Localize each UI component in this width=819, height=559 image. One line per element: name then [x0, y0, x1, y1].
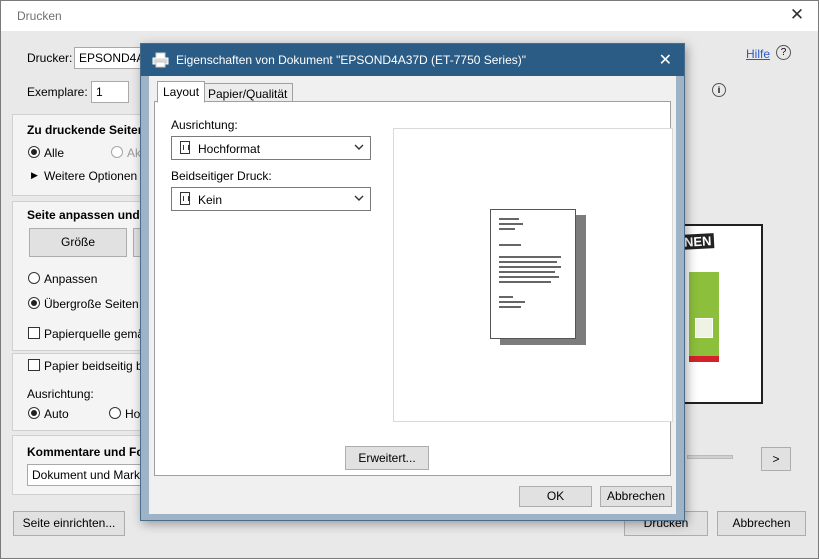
page-setup-button[interactable]: Seite einrichten... — [13, 511, 125, 536]
doc-line — [499, 218, 519, 220]
doc-line — [499, 271, 555, 273]
size-button[interactable]: Größe — [29, 228, 127, 257]
expand-arrow-icon[interactable]: ▶ — [31, 170, 38, 181]
preview-red-bar — [689, 356, 719, 362]
comments-select[interactable]: Dokument und Markierungen — [27, 464, 142, 486]
doc-line — [499, 228, 515, 230]
more-options-link[interactable]: Weitere Optionen — [44, 169, 137, 183]
pages-section-title: Zu druckende Seiten — [27, 123, 146, 137]
duplex-checkbox[interactable] — [28, 359, 40, 371]
doc-line — [499, 256, 561, 258]
doc-line — [499, 244, 521, 246]
ok-button[interactable]: OK — [519, 486, 592, 507]
help-icon[interactable]: ? — [776, 45, 791, 60]
print-dialog-titlebar: Drucken ✕ — [1, 1, 818, 31]
close-icon[interactable]: ✕ — [659, 50, 672, 70]
orientation-value: Hochformat — [198, 142, 261, 156]
copies-input[interactable]: 1 — [91, 81, 129, 103]
orientation-auto-radio[interactable] — [28, 407, 40, 419]
close-icon[interactable]: ✕ — [786, 5, 808, 25]
properties-title: Eigenschaften von Dokument "EPSOND4A37D … — [176, 53, 527, 67]
orientation-label: Ausrichtung: — [27, 387, 94, 401]
pages-all-radio[interactable] — [28, 146, 40, 158]
fit-radio[interactable] — [28, 272, 40, 284]
duplex-select[interactable]: Kein — [171, 187, 371, 211]
next-page-button[interactable]: > — [761, 447, 791, 471]
doc-line — [499, 301, 525, 303]
paper-source-checkbox[interactable] — [28, 327, 40, 339]
doc-line — [499, 223, 523, 225]
duplex-label: Beidseitiger Druck: — [171, 169, 272, 183]
tab-layout[interactable]: Layout — [157, 81, 206, 103]
properties-titlebar: Eigenschaften von Dokument "EPSOND4A37D … — [141, 44, 684, 76]
preview-graphic — [695, 318, 713, 338]
oversize-radio[interactable] — [28, 297, 40, 309]
doc-line — [499, 296, 513, 298]
chevron-down-icon — [354, 195, 364, 201]
tab-paper-quality[interactable]: Papier/Qualität — [202, 83, 294, 103]
doc-line — [499, 281, 551, 283]
doc-line — [499, 276, 559, 278]
print-dialog-title: Drucken — [17, 9, 62, 23]
layout-tab-page: Ausrichtung: Hochformat Beidseitiger Dru… — [154, 101, 673, 476]
zoom-slider[interactable] — [687, 455, 733, 459]
advanced-button[interactable]: Erweitert... — [345, 446, 429, 470]
doc-line — [499, 306, 521, 308]
pages-all-label: Alle — [44, 146, 65, 160]
single-side-page-icon — [180, 192, 190, 205]
preview-green-block — [689, 272, 719, 356]
properties-client: Layout Papier/Qualität Ausrichtung: Hoch… — [149, 76, 676, 514]
printer-icon — [152, 52, 169, 68]
printer-label: Drucker: — [27, 51, 73, 65]
orientation-select[interactable]: Hochformat — [171, 136, 371, 160]
preview-banner-text: NEN — [680, 233, 715, 250]
cancel-button[interactable]: Abbrechen — [717, 511, 806, 536]
portrait-page-icon — [180, 141, 190, 154]
fit-label: Anpassen — [44, 272, 98, 286]
document-preview-page — [490, 209, 576, 339]
preview-page: NEN — [673, 224, 763, 404]
orientation-portrait-radio[interactable] — [109, 407, 121, 419]
cancel-button[interactable]: Abbrechen — [600, 486, 672, 507]
document-properties-dialog: Eigenschaften von Dokument "EPSOND4A37D … — [140, 43, 685, 521]
duplex-value: Kein — [198, 193, 223, 207]
info-icon[interactable]: i — [712, 83, 726, 97]
doc-line — [499, 266, 561, 268]
help-link[interactable]: Hilfe — [746, 47, 770, 61]
chevron-down-icon — [354, 144, 364, 150]
doc-line — [499, 261, 557, 263]
copies-label: Exemplare: — [27, 85, 88, 99]
layout-preview — [393, 128, 673, 422]
orientation-label: Ausrichtung: — [171, 118, 238, 132]
pages-current-radio[interactable] — [111, 146, 123, 158]
orientation-auto-label: Auto — [44, 407, 69, 421]
